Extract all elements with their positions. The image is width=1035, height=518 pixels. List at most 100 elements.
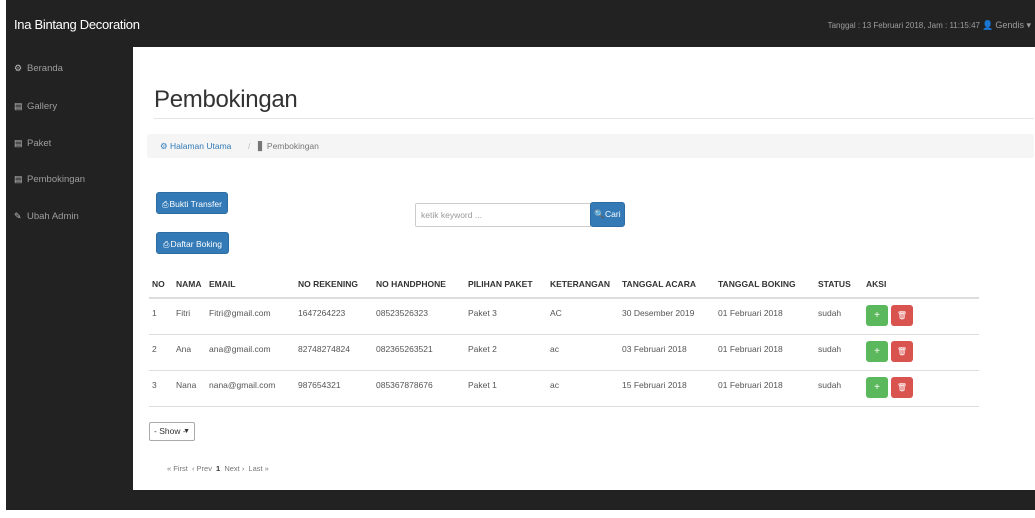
daftar-boking-button[interactable]: ⎙Daftar Boking — [156, 232, 229, 254]
cell-no: 1 — [149, 298, 173, 335]
cell-pilihan-paket: Paket 3 — [465, 298, 547, 335]
cell-no-handphone: 085367878676 — [373, 370, 465, 407]
show-select[interactable]: - Show - ▼ — [149, 422, 195, 441]
sidebar-item-ubah-admin[interactable]: ✎ Ubah Admin — [14, 211, 79, 222]
sidebar-item-label: Gallery — [27, 101, 58, 112]
cell-no-rekening: 987654321 — [295, 370, 373, 407]
app-frame: Ina Bintang Decoration Tanggal : 13 Febr… — [6, 0, 1035, 510]
file-icon: ▋ — [258, 141, 267, 151]
cell-nama: Fitri — [173, 298, 206, 335]
title-divider — [154, 118, 1034, 119]
cell-keterangan: ac — [547, 334, 619, 371]
print-icon: ⎙ — [163, 240, 170, 249]
breadcrumb-home-link[interactable]: ⚙ Halaman Utama — [160, 141, 231, 152]
cell-status: sudah — [815, 334, 863, 371]
cell-pilihan-paket: Paket 1 — [465, 370, 547, 407]
trash-icon: 🗑 — [896, 311, 908, 320]
column-header-aksi: AKSI — [863, 270, 979, 299]
sidebar-item-label: Paket — [27, 138, 52, 149]
cell-tanggal-boking: 01 Februari 2018 — [715, 298, 815, 335]
cell-no: 3 — [149, 370, 173, 407]
top-navbar: Ina Bintang Decoration Tanggal : 13 Febr… — [6, 0, 1035, 47]
sidebar-item-label: Pembokingan — [27, 174, 86, 185]
pagination-prev-link[interactable]: ‹ Prev — [192, 464, 212, 473]
pagination-last-link[interactable]: Last » — [248, 464, 268, 473]
user-menu[interactable]: 👤 Gendis ▾ — [982, 20, 1031, 31]
cell-no: 2 — [149, 334, 173, 371]
column-header-nama: NAMA — [173, 270, 206, 299]
dashboard-icon: ⚙ — [160, 141, 170, 151]
delete-button[interactable]: 🗑 — [891, 305, 913, 326]
cell-no-handphone: 082365263521 — [373, 334, 465, 371]
file-icon: ▤ — [14, 138, 23, 148]
search-button[interactable]: 🔍Cari — [590, 202, 625, 227]
cell-keterangan: AC — [547, 298, 619, 335]
sidebar-item-beranda[interactable]: ⚙ Beranda — [14, 63, 63, 74]
search-input[interactable] — [415, 203, 591, 227]
table-row: 1 Fitri Fitri@gmail.com 1647264223 08523… — [149, 298, 979, 335]
main-content: Pembokingan ⚙ Halaman Utama / ▋ Pembokin… — [133, 47, 1035, 490]
breadcrumb-separator: / — [248, 141, 251, 151]
column-header-no-handphone: NO HANDPHONE — [373, 270, 465, 299]
pagination-current-page: 1 — [216, 464, 221, 473]
brand-link[interactable]: Ina Bintang Decoration — [14, 17, 140, 32]
cell-status: sudah — [815, 298, 863, 335]
sidebar-item-label: Ubah Admin — [27, 211, 79, 222]
cell-pilihan-paket: Paket 2 — [465, 334, 547, 371]
sidebar-item-paket[interactable]: ▤ Paket — [14, 138, 51, 149]
delete-button[interactable]: 🗑 — [891, 376, 913, 398]
edit-icon: ✎ — [14, 211, 22, 221]
cell-email: ana@gmail.com — [206, 334, 295, 371]
cell-no-rekening: 82748274824 — [295, 334, 373, 371]
caret-down-icon: ▼ — [183, 428, 190, 435]
cell-tanggal-boking: 01 Februari 2018 — [715, 334, 815, 371]
column-header-status: STATUS — [815, 270, 863, 299]
cell-aksi: + 🗑 — [863, 298, 979, 335]
cell-aksi: + 🗑 — [863, 370, 979, 407]
add-button[interactable]: + — [866, 376, 888, 398]
sidebar-item-gallery[interactable]: ▤ Gallery — [14, 101, 57, 112]
table-row: 3 Nana nana@gmail.com 987654321 08536787… — [149, 370, 979, 407]
pagination: « First ‹ Prev 1 Next › Last » — [167, 464, 271, 473]
pagination-next-link[interactable]: Next › — [224, 464, 244, 473]
sidebar-item-label: Beranda — [27, 63, 63, 74]
sidebar-item-pembokingan[interactable]: ▤ Pembokingan — [14, 174, 85, 185]
add-button[interactable]: + — [866, 305, 888, 326]
breadcrumb-current: ▋ Pembokingan — [258, 141, 319, 151]
cell-no-handphone: 08523526323 — [373, 298, 465, 335]
column-header-no-rekening: NO REKENING — [295, 270, 373, 299]
cell-email: Fitri@gmail.com — [206, 298, 295, 335]
add-button[interactable]: + — [866, 340, 888, 362]
user-icon: 👤 — [982, 20, 994, 30]
cell-tanggal-acara: 03 Februari 2018 — [619, 334, 715, 371]
print-icon: ⎙ — [162, 200, 169, 209]
cell-nama: Nana — [173, 370, 206, 407]
table-header-row: NO NAMA EMAIL NO REKENING NO HANDPHONE P… — [149, 270, 979, 299]
page-title: Pembokingan — [154, 86, 298, 113]
cell-email: nana@gmail.com — [206, 370, 295, 407]
show-select-value: - Show - — [154, 426, 186, 436]
dashboard-icon: ⚙ — [14, 63, 23, 73]
bukti-transfer-button[interactable]: ⎙Bukti Transfer — [156, 192, 228, 214]
cell-aksi: + 🗑 — [863, 334, 979, 371]
delete-button[interactable]: 🗑 — [891, 340, 913, 362]
cell-tanggal-acara: 30 Desember 2019 — [619, 298, 715, 335]
column-header-email: EMAIL — [206, 270, 295, 299]
booking-table: NO NAMA EMAIL NO REKENING NO HANDPHONE P… — [149, 270, 979, 407]
caret-down-icon: ▾ — [1026, 20, 1031, 30]
column-header-pilihan-paket: PILIHAN PAKET — [465, 270, 547, 299]
search-icon: 🔍 — [594, 209, 605, 219]
user-name: Gendis — [995, 20, 1024, 30]
column-header-tanggal-acara: TANGGAL ACARA — [619, 270, 715, 299]
sidebar: ⚙ Beranda ▤ Gallery ▤ Paket ▤ Pembokingan ✎ U… — [6, 47, 133, 490]
pagination-first-link[interactable]: « First — [167, 464, 188, 473]
cell-nama: Ana — [173, 334, 206, 371]
file-icon: ▤ — [14, 174, 23, 184]
breadcrumb: ⚙ Halaman Utama / ▋ Pembokingan — [147, 134, 1034, 158]
column-header-no: NO — [149, 270, 173, 299]
cell-tanggal-boking: 01 Februari 2018 — [715, 370, 815, 407]
table-row: 2 Ana ana@gmail.com 82748274824 08236526… — [149, 334, 979, 371]
column-header-keterangan: KETERANGAN — [547, 270, 619, 299]
cell-tanggal-acara: 15 Februari 2018 — [619, 370, 715, 407]
trash-icon: 🗑 — [896, 382, 908, 392]
